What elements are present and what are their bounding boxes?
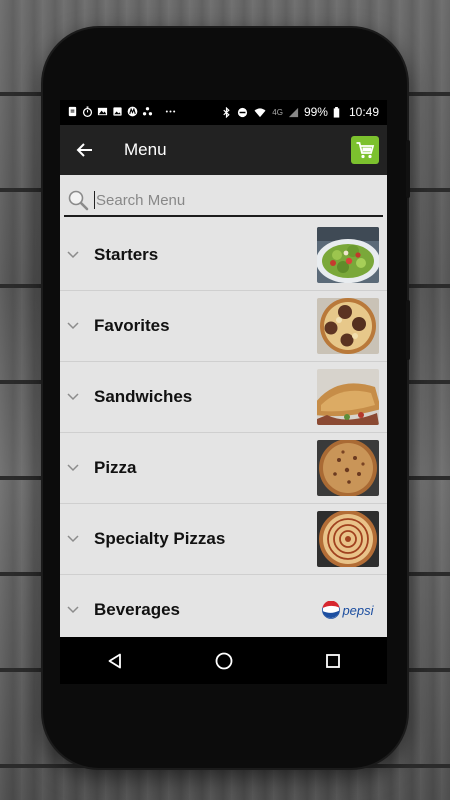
nav-recents-button[interactable]	[313, 641, 353, 681]
category-list: Starters Favorites Sandwiches Pizza Spec…	[60, 220, 387, 646]
category-label: Favorites	[94, 316, 170, 335]
pepsi-brand-text: pepsi	[342, 602, 374, 618]
page-title: Menu	[124, 140, 167, 159]
battery-icon	[333, 106, 340, 118]
app-bar: Menu	[60, 125, 387, 175]
category-label: Starters	[94, 245, 159, 264]
search-bar	[64, 185, 383, 217]
clock: 10:49	[348, 105, 379, 119]
pepsi-logo: pepsi	[317, 582, 379, 638]
chevron-down-icon	[60, 251, 86, 259]
category-thumbnail-specialty-pizza	[317, 511, 379, 567]
category-row-favorites[interactable]: Favorites	[60, 291, 387, 362]
file-icon	[68, 106, 77, 117]
do-not-disturb-icon	[238, 107, 248, 117]
menu-content: Starters Favorites	[60, 175, 387, 646]
search-icon	[68, 190, 89, 211]
chevron-down-icon	[60, 322, 86, 330]
system-nav-bar	[60, 637, 387, 684]
phone-screen: 4G 99% 10:49 Menu Search Menu Starters F…	[60, 100, 387, 684]
wifi-icon	[254, 107, 266, 117]
category-label: Pizza	[94, 458, 137, 477]
category-row-specialty-pizzas[interactable]: Specialty Pizzas	[60, 504, 387, 575]
category-row-beverages[interactable]: Beverages pepsi	[60, 575, 387, 646]
bluetooth-icon	[223, 106, 230, 118]
category-row-sandwiches[interactable]: Sandwiches	[60, 362, 387, 433]
search-input[interactable]	[95, 191, 366, 209]
gallery-icon	[97, 107, 108, 116]
chevron-down-icon	[60, 393, 86, 401]
chevron-down-icon	[60, 535, 86, 543]
nav-home-button[interactable]	[204, 641, 244, 681]
image-icon	[113, 107, 122, 116]
motorola-icon	[127, 106, 138, 117]
category-thumbnail-salad	[317, 227, 379, 283]
home-circle-icon	[215, 652, 232, 669]
power-button	[406, 140, 410, 198]
network-type: 4G	[272, 107, 283, 117]
more-icon	[165, 110, 176, 113]
category-thumbnail-pizza	[317, 440, 379, 496]
nav-back-button[interactable]	[95, 641, 135, 681]
category-label: Specialty Pizzas	[94, 529, 226, 548]
arrow-left-icon	[76, 143, 92, 157]
category-row-pizza[interactable]: Pizza	[60, 433, 387, 504]
volume-button	[406, 300, 410, 360]
back-triangle-icon	[108, 653, 121, 668]
shopping-cart-icon	[356, 142, 375, 159]
share-icon	[142, 107, 153, 116]
signal-icon	[288, 107, 299, 117]
category-label: Sandwiches	[94, 387, 193, 406]
chevron-down-icon	[60, 464, 86, 472]
stopwatch-icon	[82, 106, 93, 117]
category-row-starters[interactable]: Starters	[60, 220, 387, 291]
cart-button[interactable]	[351, 136, 379, 164]
recents-square-icon	[325, 653, 340, 668]
category-thumbnail-calzone	[317, 369, 379, 425]
battery-percent: 99%	[303, 105, 328, 119]
chevron-down-icon	[60, 606, 86, 614]
back-button[interactable]	[60, 125, 110, 175]
category-label: Beverages	[94, 600, 181, 619]
status-bar: 4G 99% 10:49	[60, 100, 387, 125]
category-thumbnail-meatball-pizza	[317, 298, 379, 354]
